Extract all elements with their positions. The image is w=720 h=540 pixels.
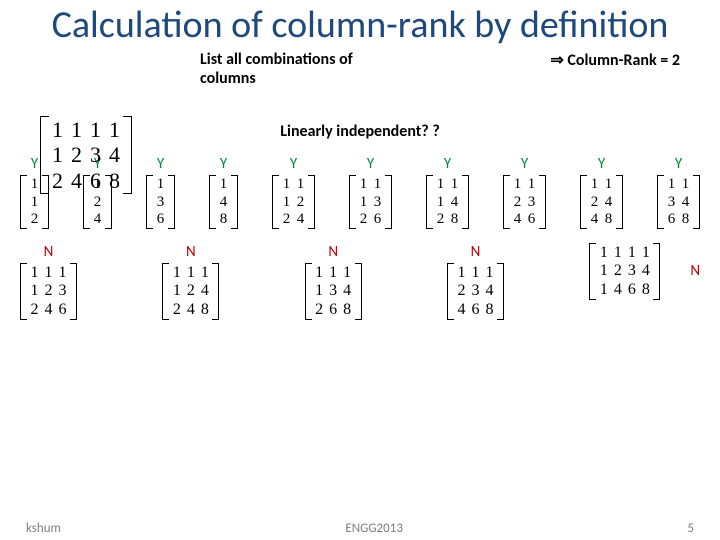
subtitle-list-combinations: List all combinations of columns	[200, 50, 400, 88]
no-label: N	[471, 243, 481, 261]
matrix: 111123246	[20, 263, 77, 320]
matrix: 148	[209, 175, 238, 229]
implies-arrow: ⇒	[550, 52, 563, 69]
column-rank-result: ⇒ Column-Rank = 2	[550, 50, 680, 70]
yes-label: Y	[220, 155, 227, 173]
no-label: N	[186, 243, 196, 261]
matrix-cell: Y 136	[146, 155, 175, 229]
matrix-cell: Y 112346	[503, 155, 546, 229]
matrix-cell: Y 111326	[349, 155, 392, 229]
yes-label: Y	[31, 155, 38, 173]
matrix-cell: Y 112448	[580, 155, 623, 229]
footer-course: ENGG2013	[345, 521, 403, 536]
matrix-cell: Y 111224	[272, 155, 315, 229]
matrix: 111326	[349, 175, 392, 229]
matrix-cell: N 111124248	[162, 243, 219, 320]
slide-title: Calculation of column-rank by definition	[0, 6, 720, 46]
yes-label: Y	[367, 155, 374, 173]
column-rank-text: Column-Rank = 2	[567, 51, 680, 70]
matrix: 111134268	[305, 263, 362, 320]
no-label: N	[690, 262, 700, 280]
matrix-cell: Y 111428	[426, 155, 469, 229]
matrix: 111234468	[447, 263, 504, 320]
yes-label: Y	[598, 155, 605, 173]
yes-label: Y	[675, 155, 682, 173]
matrix: 112448	[580, 175, 623, 229]
matrix-cell: 111112341468 N	[589, 243, 700, 300]
matrix-cell: Y 148	[209, 155, 238, 229]
yes-label: Y	[521, 155, 528, 173]
matrix-cell: Y 113468	[657, 155, 700, 229]
yes-label: Y	[444, 155, 451, 173]
matrix-cell: N 111123246	[20, 243, 77, 320]
matrix: 111224	[272, 175, 315, 229]
matrix-cell: N 111134268	[305, 243, 362, 320]
matrix-cell: N 111234468	[447, 243, 504, 320]
footer-author: kshum	[26, 521, 61, 536]
matrix: 111428	[426, 175, 469, 229]
matrix: 111112341468	[589, 243, 660, 300]
matrix: 113468	[657, 175, 700, 229]
matrix: 111124248	[162, 263, 219, 320]
no-label: N	[328, 243, 338, 261]
matrix: 112346	[503, 175, 546, 229]
yes-label: Y	[290, 155, 297, 173]
footer-page-number: 5	[687, 521, 694, 536]
matrix: 136	[146, 175, 175, 229]
main-matrix: 111112342468	[40, 116, 132, 194]
no-label: N	[44, 243, 54, 261]
yes-label: Y	[157, 155, 164, 173]
triple-full-column-row: N 111123246 N 111124248 N 111134268 N 111234468…	[20, 243, 700, 320]
